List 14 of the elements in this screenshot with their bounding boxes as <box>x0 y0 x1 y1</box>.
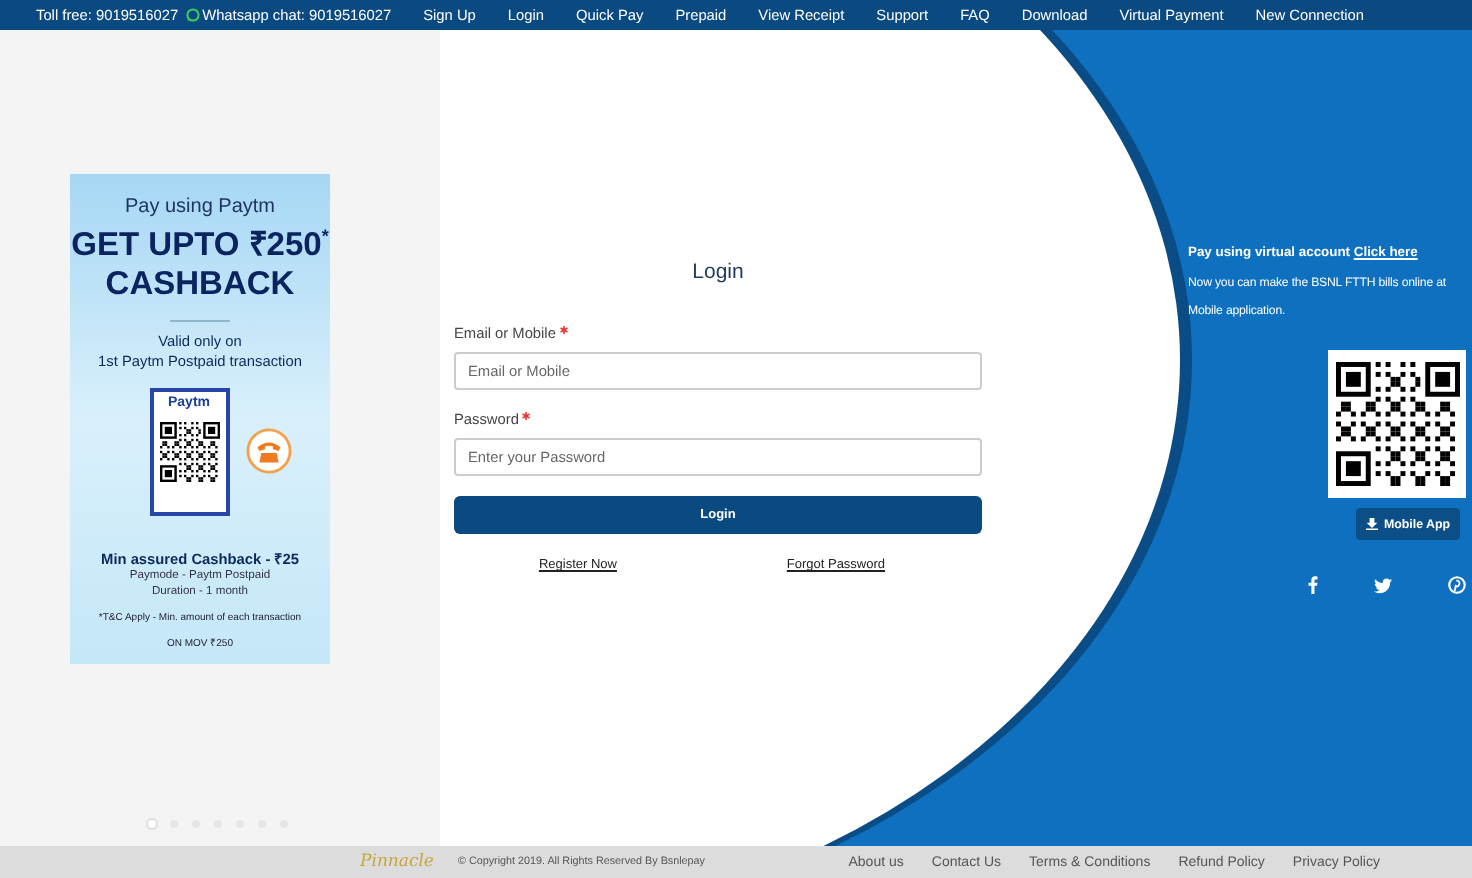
whatsapp-icon <box>186 8 201 22</box>
promo-banner[interactable] <box>70 174 330 664</box>
qr-code-icon <box>1328 350 1466 498</box>
download-icon <box>1365 518 1378 530</box>
pinterest-icon[interactable] <box>1448 576 1466 594</box>
brand-logo: Pinnacle <box>360 852 434 872</box>
banner-offer: GET UPTO ₹250$^{*}$ <box>71 224 329 265</box>
login-title: Login <box>692 260 744 284</box>
twitter-icon[interactable] <box>1374 577 1392 593</box>
qr-code-icon <box>159 421 219 481</box>
banner-headline: Pay using Paytm <box>124 196 276 218</box>
banner-offer: CASHBACK <box>105 265 295 303</box>
facebook-icon[interactable] <box>1308 576 1318 594</box>
phone-icon <box>245 428 291 474</box>
